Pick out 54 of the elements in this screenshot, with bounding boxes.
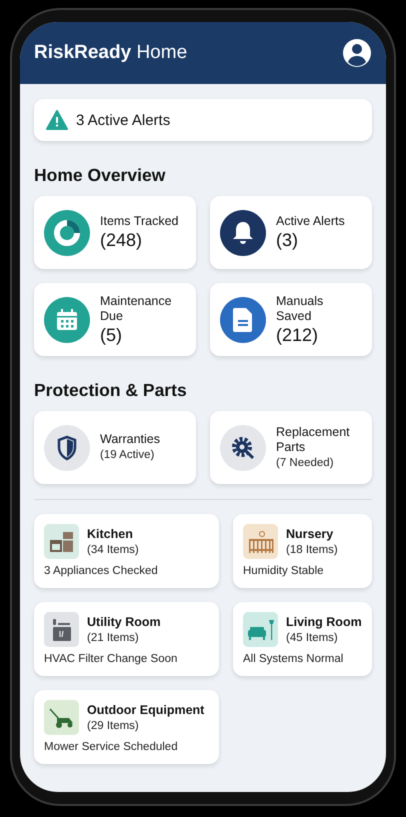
shield-icon (56, 434, 78, 460)
stat-value: (212) (276, 324, 320, 346)
room-name: Utility Room (87, 614, 161, 630)
item-count: (29 Items) (87, 718, 140, 734)
protection-card[interactable]: Warranties (19 Active) (34, 411, 196, 484)
stat-label: Items Tracked (100, 214, 178, 229)
appliances-icon (48, 530, 74, 554)
app-title: RiskReady Home (34, 42, 188, 64)
warning-icon (46, 110, 68, 130)
calendar-icon (55, 308, 79, 332)
room-card[interactable]: Kitchen (34 Items) 3 Appliances Checked (34, 514, 219, 588)
card-title: Warranties (100, 432, 160, 447)
item-count: (21 Items) (87, 630, 140, 646)
room-name: Outdoor Equipment (87, 702, 204, 718)
section-heading: Home Overview (34, 165, 166, 186)
stat-label: Manuals Saved (276, 294, 324, 324)
room-name: Living Room (286, 614, 362, 630)
stat-card[interactable]: Manuals Saved (212) (210, 283, 372, 356)
item-count: (45 Items) (286, 630, 339, 646)
item-count: (18 Items) (286, 542, 338, 558)
room-card[interactable]: Utility Room (21 Items) HVAC Filter Change Soon (34, 602, 219, 676)
room-card[interactable]: Outdoor Equipment (29 Items) Mower Service Scheduled (34, 690, 219, 764)
stat-value: (3) (276, 229, 299, 251)
bell-icon (231, 220, 255, 246)
donut-chart-icon (52, 218, 82, 248)
stat-value: (5) (100, 324, 123, 346)
section-heading: Protection & Parts (34, 380, 188, 401)
alert-banner[interactable]: 3 Active Alerts (34, 99, 372, 141)
crib-icon (246, 530, 274, 554)
protection-card[interactable]: Replacement Parts (7 Needed) (210, 411, 372, 484)
stat-value: (248) (100, 229, 144, 251)
room-status: HVAC Filter Change Soon (44, 652, 178, 667)
room-name: Kitchen (87, 526, 134, 542)
room-status: All Systems Normal (243, 652, 344, 667)
stat-card[interactable]: Active Alerts (3) (210, 196, 372, 269)
stat-card[interactable]: Items Tracked (248) (34, 196, 196, 269)
item-count: (34 Items) (87, 542, 139, 558)
room-status: 3 Appliances Checked (44, 564, 159, 579)
room-name: Nursery (286, 526, 334, 542)
lawn-mower-icon (48, 706, 76, 730)
room-card[interactable]: Nursery (18 Items) Humidity Stable (233, 514, 372, 588)
room-status: Mower Service Scheduled (44, 740, 179, 755)
stat-label: Maintenance Due (100, 294, 173, 324)
card-subtitle: (7 Needed) (276, 456, 335, 470)
room-card[interactable]: Living Room (45 Items) All Systems Normal (233, 602, 372, 676)
card-subtitle: (19 Active) (100, 448, 156, 463)
stat-label: Active Alerts (276, 214, 345, 229)
sofa-lamp-icon (246, 618, 276, 642)
room-status: Humidity Stable (243, 564, 325, 579)
stat-card[interactable]: Maintenance Due (5) (34, 283, 196, 356)
profile-icon[interactable] (342, 38, 372, 68)
alert-text: 3 Active Alerts (76, 112, 170, 128)
card-title: Replacement Parts (276, 424, 351, 454)
document-icon (232, 306, 254, 332)
